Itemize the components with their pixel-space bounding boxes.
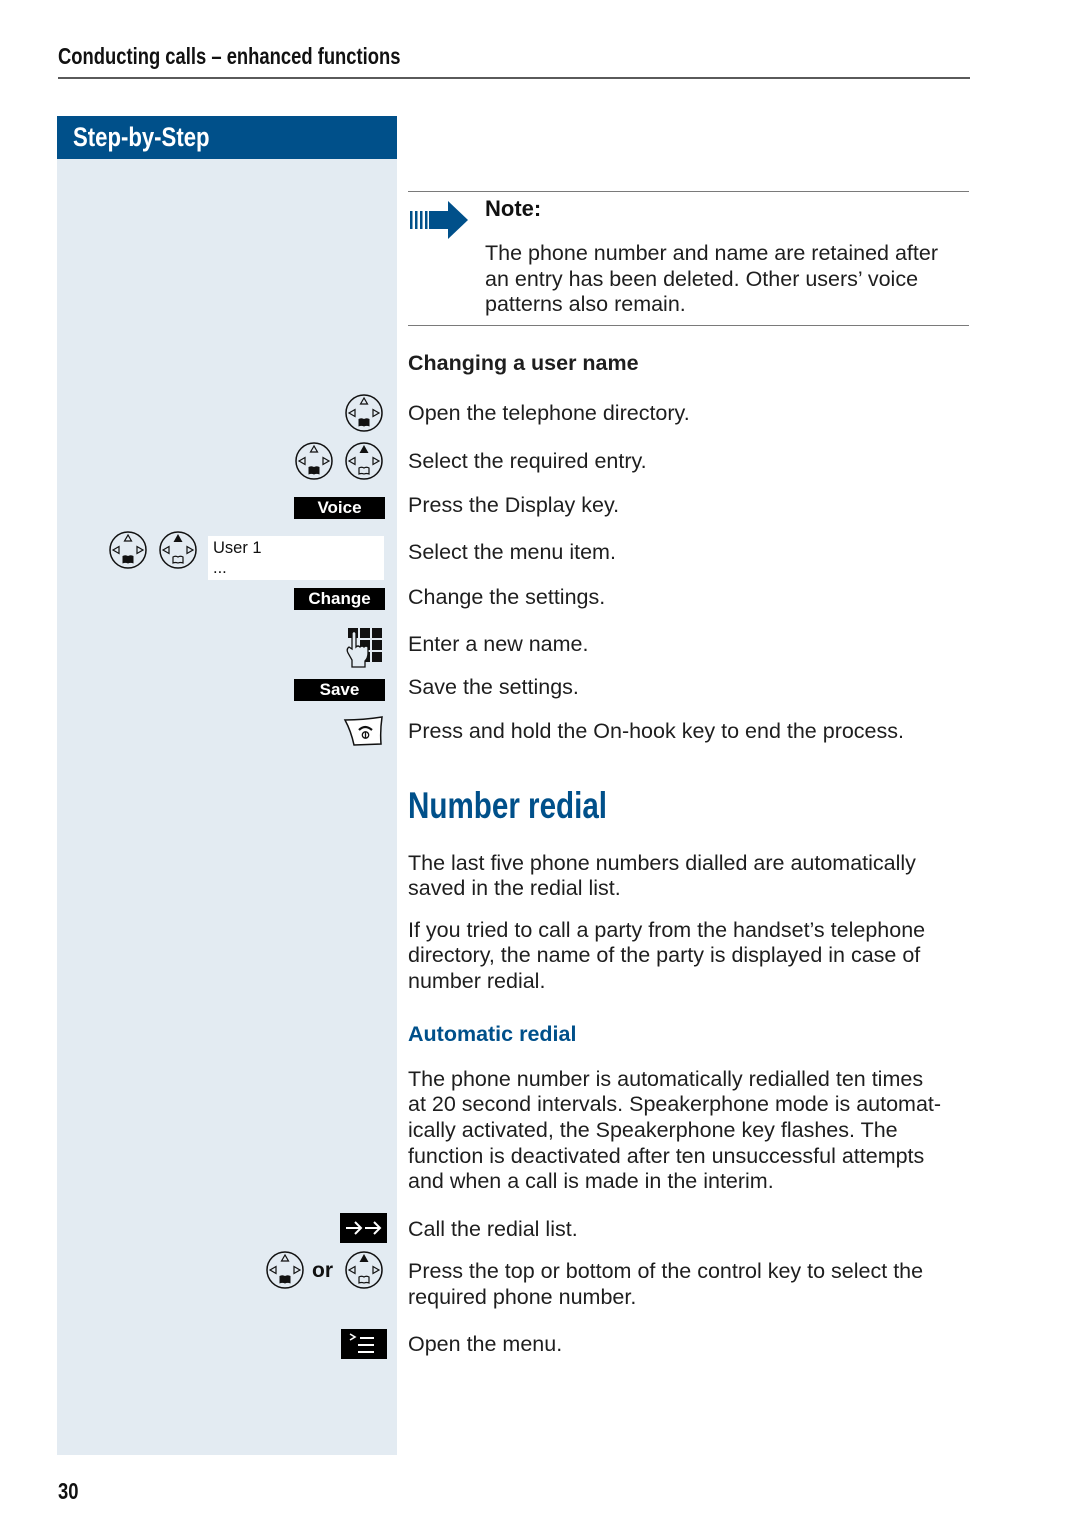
change-softkey[interactable]: Change — [294, 588, 385, 610]
automatic-redial-heading: Automatic redial — [408, 1022, 577, 1046]
header-divider — [58, 77, 970, 79]
paragraph-line: The last five phone numbers dialled are … — [408, 851, 916, 875]
menu-key-icon[interactable] — [341, 1329, 387, 1359]
keypad-icon — [346, 628, 382, 668]
step-text: Press the top or bottom of the control k… — [408, 1259, 924, 1283]
step-by-step-title: Step-by-Step — [73, 122, 210, 152]
paragraph-line: directory, the name of the party is disp… — [408, 943, 921, 967]
step-text: Save the settings. — [408, 675, 579, 699]
control-key-top-icon — [345, 442, 383, 480]
paragraph-line: and when a call is made in the interim. — [408, 1169, 774, 1193]
control-key-bottom-icon — [345, 394, 383, 432]
note-body-line: The phone number and name are retained a… — [485, 241, 938, 265]
on-hook-key-icon — [343, 716, 383, 746]
step-text: Enter a new name. — [408, 632, 589, 656]
paragraph-line: saved in the redial list. — [408, 876, 621, 900]
number-redial-heading: Number redial — [408, 785, 608, 826]
step-text: required phone number. — [408, 1285, 637, 1309]
step-text: Press the Display key. — [408, 493, 620, 517]
page-number: 30 — [58, 1478, 79, 1504]
note-bottom-divider — [408, 325, 969, 326]
step-by-step-banner: Step-by-Step — [57, 116, 397, 159]
step-text: Change the settings. — [408, 585, 606, 609]
paragraph-line: ically activated, the Speakerphone key f… — [408, 1118, 898, 1142]
note-body-line: patterns also remain. — [485, 292, 686, 316]
paragraph-line: function is deactivated after ten unsucc… — [408, 1144, 925, 1168]
paragraph-line: number redial. — [408, 969, 546, 993]
step-text: Open the telephone directory. — [408, 401, 690, 425]
control-key-bottom-icon — [295, 442, 333, 480]
note-title: Note: — [485, 196, 542, 221]
control-key-top-icon — [159, 531, 197, 569]
note-top-divider — [408, 191, 969, 192]
step-text: Select the required entry. — [408, 449, 647, 473]
display-ellipsis: ... — [213, 559, 227, 577]
control-key-bottom-icon — [266, 1251, 304, 1289]
redial-key-icon[interactable] — [340, 1213, 387, 1243]
control-key-top-icon — [345, 1251, 383, 1289]
handset-display: User 1 ... — [208, 536, 384, 580]
paragraph-line: The phone number is automatically redial… — [408, 1067, 924, 1091]
step-text: Select the menu item. — [408, 540, 616, 564]
paragraph-line: at 20 second intervals. Speakerphone mod… — [408, 1092, 942, 1116]
step-text: Open the menu. — [408, 1332, 563, 1356]
note-body-line: an entry has been deleted. Other users’ … — [485, 267, 919, 291]
control-key-bottom-icon — [109, 531, 147, 569]
manual-page: Conducting calls – enhanced functions St… — [0, 0, 1080, 1529]
step-text: Press and hold the On-hook key to end th… — [408, 719, 904, 743]
save-softkey[interactable]: Save — [294, 679, 385, 701]
or-label: or — [312, 1259, 333, 1282]
paragraph-line: If you tried to call a party from the ha… — [408, 918, 926, 942]
note-arrow-icon — [410, 201, 468, 239]
changing-user-name-heading: Changing a user name — [408, 351, 639, 375]
step-text: Call the redial list. — [408, 1217, 578, 1241]
section-header-title: Conducting calls – enhanced functions — [58, 43, 401, 69]
voice-softkey[interactable]: Voice — [294, 497, 385, 519]
display-menu-item[interactable]: User 1 — [213, 538, 262, 558]
